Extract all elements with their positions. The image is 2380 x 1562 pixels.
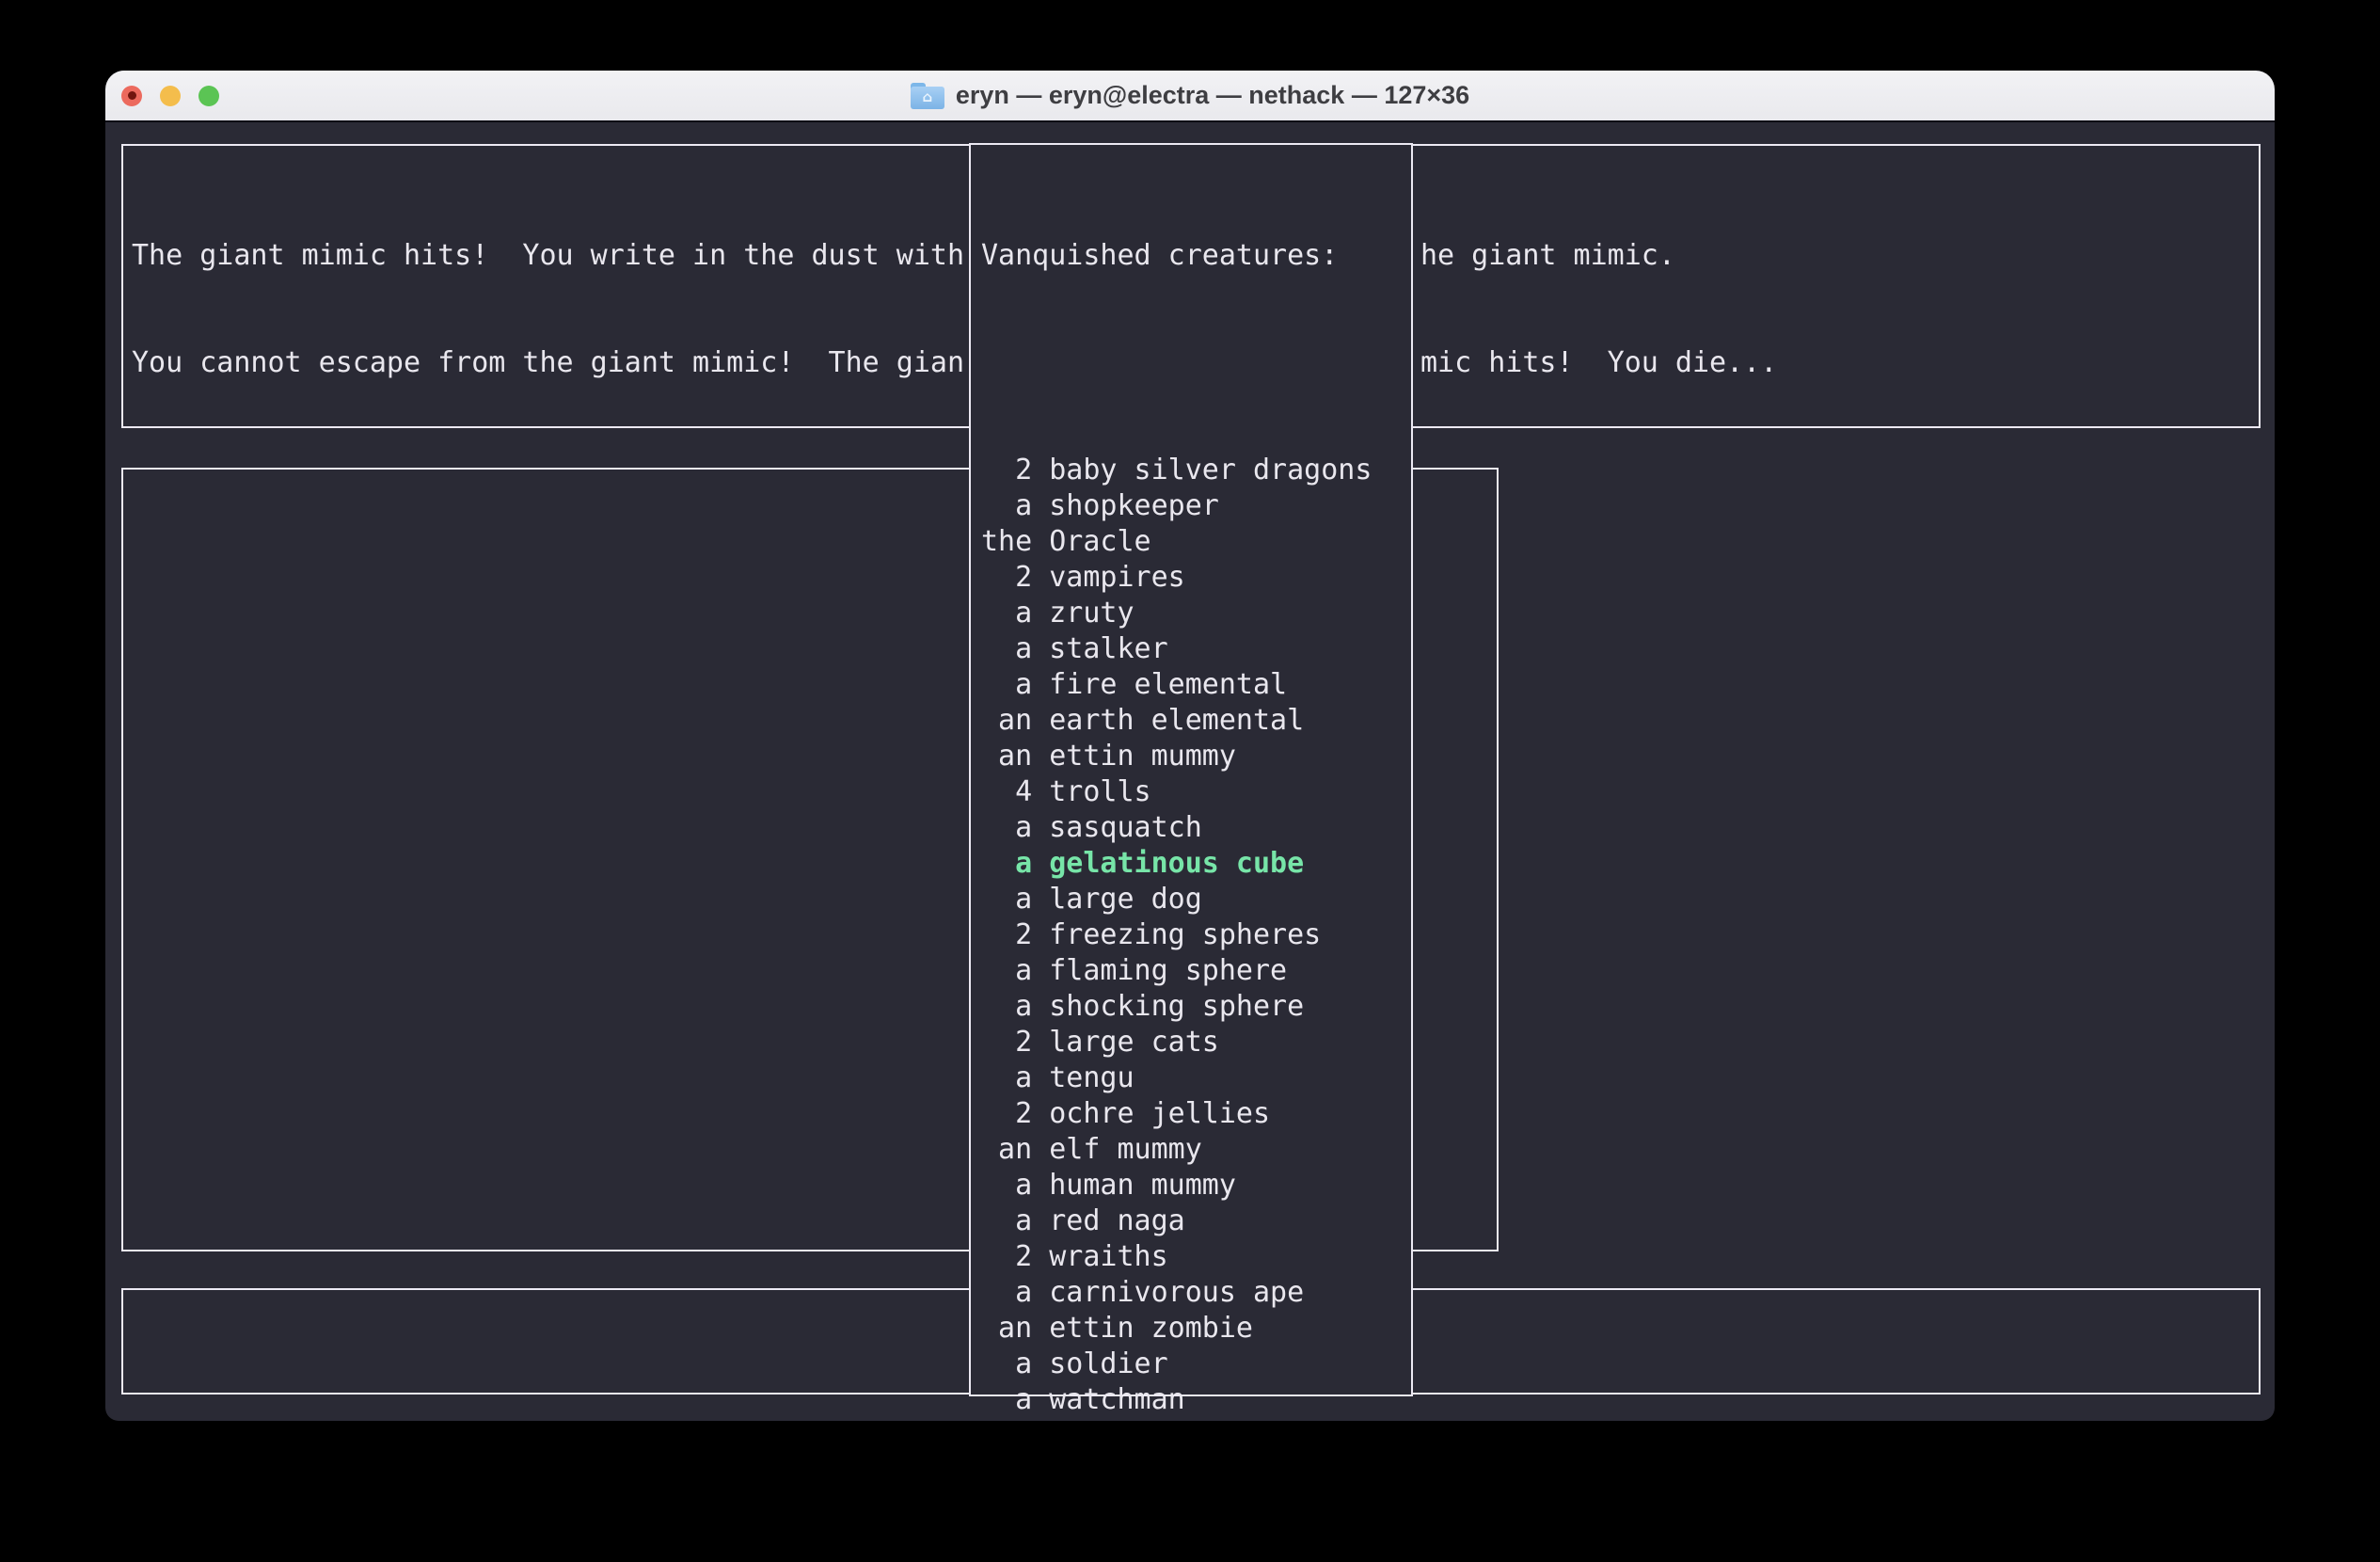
menu-item: 2 vampires — [981, 560, 1388, 596]
menu-item: 3 crocodiles — [981, 1418, 1388, 1421]
menu-item: a shopkeeper — [981, 488, 1388, 524]
message-text-right: he giant mimic. mic hits! You die... — [1420, 167, 1777, 453]
menu-title: Vanquished creatures: — [981, 238, 1388, 274]
menu-item: a carnivorous ape — [981, 1275, 1388, 1311]
menu-item: 2 wraiths — [981, 1239, 1388, 1275]
menu-item: a shocking sphere — [981, 989, 1388, 1025]
menu-item: 2 large cats — [981, 1025, 1388, 1060]
menu-item: a human mummy — [981, 1168, 1388, 1203]
zoom-button[interactable] — [198, 86, 219, 106]
menu-item: 2 ochre jellies — [981, 1096, 1388, 1132]
message-line: mic hits! You die... — [1420, 345, 1777, 381]
menu-item: a fire elemental — [981, 667, 1388, 703]
menu-item: 2 baby silver dragons — [981, 453, 1388, 488]
menu-item: an ettin mummy — [981, 739, 1388, 774]
traffic-lights — [121, 71, 219, 120]
vanquished-menu-content: Vanquished creatures: 2 baby silver drag… — [981, 167, 1388, 1421]
message-line: he giant mimic. — [1420, 238, 1777, 274]
terminal-screen[interactable]: The giant mimic hits! You write in the d… — [105, 124, 2275, 1421]
menu-item: a stalker — [981, 631, 1388, 667]
menu-item: a soldier — [981, 1347, 1388, 1382]
desktop: ⌂ eryn — eryn@electra — nethack — 127×36… — [0, 0, 2380, 1562]
minimize-button[interactable] — [160, 86, 181, 106]
menu-item: a tengu — [981, 1060, 1388, 1096]
menu-item: a watchman — [981, 1382, 1388, 1418]
menu-item: a zruty — [981, 596, 1388, 631]
window-title: ⌂ eryn — eryn@electra — nethack — 127×36 — [911, 81, 1469, 110]
menu-items: 2 baby silver dragons a shopkeeperthe Or… — [981, 453, 1388, 1421]
close-button[interactable] — [121, 86, 142, 106]
menu-item: an ettin zombie — [981, 1311, 1388, 1347]
message-line: You cannot escape from the giant mimic! … — [132, 345, 964, 381]
message-text-left: The giant mimic hits! You write in the d… — [132, 167, 964, 453]
blank-line — [981, 345, 1388, 381]
menu-item: 2 freezing spheres — [981, 917, 1388, 953]
menu-item: a sasquatch — [981, 810, 1388, 846]
folder-icon: ⌂ — [911, 83, 944, 109]
menu-item: the Oracle — [981, 524, 1388, 560]
home-icon: ⌂ — [922, 90, 932, 104]
menu-item: an elf mummy — [981, 1132, 1388, 1168]
window-title-text: eryn — eryn@electra — nethack — 127×36 — [956, 81, 1469, 110]
menu-item: an earth elemental — [981, 703, 1388, 739]
menu-item: a large dog — [981, 882, 1388, 917]
message-line: The giant mimic hits! You write in the d… — [132, 238, 964, 274]
menu-item: a red naga — [981, 1203, 1388, 1239]
menu-item: a gelatinous cube — [981, 846, 1388, 882]
title-bar[interactable]: ⌂ eryn — eryn@electra — nethack — 127×36 — [105, 71, 2275, 122]
terminal-window[interactable]: ⌂ eryn — eryn@electra — nethack — 127×36… — [105, 71, 2275, 1421]
close-modified-dot — [128, 91, 136, 100]
vanquished-menu-window: Vanquished creatures: 2 baby silver drag… — [969, 143, 1413, 1396]
menu-item: 4 trolls — [981, 774, 1388, 810]
menu-item: a flaming sphere — [981, 953, 1388, 989]
